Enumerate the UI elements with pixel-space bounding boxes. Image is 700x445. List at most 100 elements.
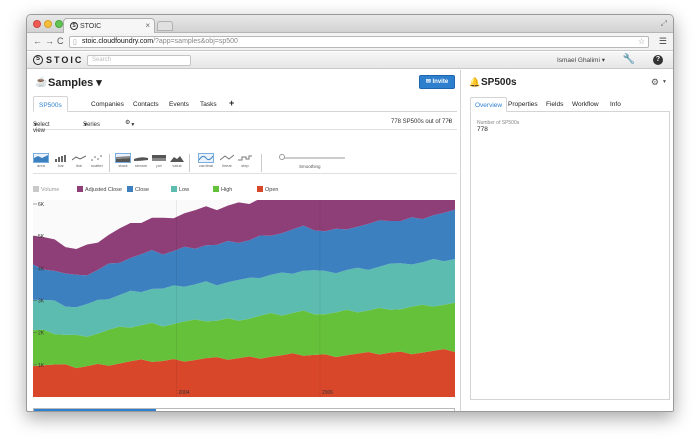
smoothing-slider-handle[interactable] (279, 154, 285, 160)
brand-logo[interactable]: S STOIC (33, 55, 83, 65)
legend-item-low[interactable]: Low (171, 186, 189, 193)
chart-type-bar[interactable]: bar (53, 154, 69, 172)
y-tick-label: 2K (38, 331, 45, 337)
bookmark-star-icon[interactable]: ☆ (638, 37, 645, 46)
browser-window: S STOIC × ⤢ ← → C ▯ stoic.cloudfoundry.c… (26, 14, 674, 412)
chart-legend: Volume Adjusted Close Close Low High Ope… (33, 186, 457, 196)
chart-type-pct[interactable]: pct (151, 154, 167, 172)
chart-type-value[interactable]: value (169, 154, 185, 172)
legend-item-adjusted-close[interactable]: Adjusted Close (77, 186, 122, 193)
record-count: 778 SP500s out of 778 (391, 119, 453, 125)
legend-label: Adjusted Close (85, 187, 122, 193)
stack-chart-icon (115, 153, 131, 163)
stream-chart-icon (134, 157, 148, 161)
details-tabs: Overview Properties Fields Workflow Info (470, 97, 670, 112)
tab-contacts[interactable]: Contacts (133, 96, 159, 112)
main-panel: ☕ Samples ▾ ✉ Invite SP500s Companies Co… (27, 70, 461, 411)
chart-type-line[interactable]: line (71, 154, 87, 172)
tab-info[interactable]: Info (610, 97, 621, 112)
chart-type-label: stack (118, 163, 128, 168)
view-settings-gear-icon[interactable]: ⚙ ▼ (125, 119, 135, 128)
close-window-button[interactable] (33, 20, 41, 28)
chart-type-stack[interactable]: stack (115, 153, 131, 172)
page-title[interactable]: Samples ▾ (48, 76, 102, 89)
chart-type-selector: area bar line scatter stack stream pct v… (33, 153, 457, 174)
add-tab-button[interactable]: + (229, 96, 234, 112)
tab-companies[interactable]: Companies (91, 96, 124, 112)
browser-tab[interactable]: S STOIC × (63, 18, 155, 33)
tab-tasks[interactable]: Tasks (200, 96, 217, 112)
chevron-down-icon: ▼ (33, 122, 38, 128)
legend-swatch (33, 186, 39, 192)
chart-type-label: stream (134, 163, 148, 168)
wrench-icon[interactable]: 🔧 (623, 54, 635, 65)
divider (189, 154, 190, 172)
forward-arrow-icon[interactable]: → (45, 36, 54, 46)
y-tick-label: 4K (38, 266, 45, 272)
legend-item-high[interactable]: High (213, 186, 232, 193)
stacked-area-chart[interactable]: 1K 2K 3K 4K 5K 6K 2004 2006 (33, 200, 455, 397)
brand-name: STOIC (46, 55, 84, 65)
reload-icon[interactable]: C (57, 36, 64, 46)
field-value: 778 (477, 126, 488, 133)
invite-button[interactable]: ✉ Invite (419, 75, 455, 89)
browser-menu-icon[interactable]: ☰ (659, 36, 667, 47)
close-tab-icon[interactable]: × (145, 21, 150, 30)
user-menu[interactable]: Ismael Ghalimi ▾ (557, 56, 605, 64)
interpolation-cardinal[interactable]: cardinal (195, 153, 217, 172)
url-field[interactable]: ▯ stoic.cloudfoundry.com/?app=samples&ob… (69, 36, 649, 48)
page-icon: ▯ (73, 39, 77, 46)
stoic-logo-icon: S (70, 22, 78, 30)
minimize-window-button[interactable] (44, 20, 52, 28)
timeline-scrollbar-thumb[interactable] (34, 409, 156, 411)
area-chart-icon (33, 153, 49, 163)
smoothing-slider-track[interactable] (281, 157, 345, 159)
details-title: SP500s (481, 77, 517, 88)
chart-type-label: step (241, 163, 249, 168)
chevron-down-icon[interactable]: ▼ (662, 79, 667, 85)
search-input[interactable]: Search (87, 55, 191, 66)
legend-swatch (257, 186, 263, 192)
chart-type-scatter[interactable]: scatter (89, 154, 105, 172)
y-tick-label: 1K (38, 363, 45, 369)
chart-type-label: area (36, 163, 45, 168)
help-icon[interactable]: ? (653, 55, 663, 65)
x-tick-label: 2006 (322, 390, 333, 396)
legend-item-open[interactable]: Open (257, 186, 278, 193)
x-tick-label: 2004 (178, 390, 189, 396)
legend-item-volume[interactable]: Volume (33, 186, 59, 193)
timeline-scrollbar[interactable] (33, 408, 455, 411)
url-domain: stoic.cloudfoundry.com (82, 38, 154, 45)
legend-label: High (221, 187, 233, 193)
back-arrow-icon[interactable]: ← (33, 36, 42, 46)
url-path: /?app=samples&obj=sp500 (153, 38, 238, 45)
legend-item-close[interactable]: Close (127, 186, 149, 193)
interpolation-linear[interactable]: linear (219, 154, 235, 172)
coffee-cup-icon: ☕ (35, 77, 48, 88)
chart-type-area[interactable]: area (33, 153, 49, 172)
gear-icon[interactable]: ⚙ (651, 77, 659, 88)
tab-events[interactable]: Events (169, 96, 189, 112)
divider (109, 154, 110, 172)
interpolation-step[interactable]: step (237, 154, 253, 172)
legend-swatch (127, 186, 133, 192)
chart-type-label: scatter (90, 163, 103, 168)
tab-workflow[interactable]: Workflow (572, 97, 599, 112)
view-toolbar: Select view ▼ Series ▼ ⚙ ▼ 778 SP500s ou… (33, 116, 457, 134)
add-record-button[interactable]: + (448, 119, 452, 125)
chart-type-stream[interactable]: stream (133, 154, 149, 172)
tab-sp500s[interactable]: SP500s (33, 96, 68, 112)
tab-overview[interactable]: Overview (470, 97, 508, 112)
maximize-window-button[interactable] (55, 20, 63, 28)
chart-type-label: line (75, 163, 83, 168)
chart-type-label: pct (156, 163, 162, 168)
fullscreen-icon[interactable]: ⤢ (661, 19, 667, 29)
tab-fields[interactable]: Fields (546, 97, 563, 112)
legend-label: Open (265, 187, 279, 193)
new-tab-button[interactable] (157, 21, 173, 31)
legend-swatch (213, 186, 219, 192)
chart-type-label: cardinal (198, 163, 213, 168)
object-tabs: SP500s Companies Contacts Events Tasks + (33, 96, 457, 112)
title-bar: S STOIC × ⤢ (27, 15, 673, 33)
tab-properties[interactable]: Properties (508, 97, 538, 112)
